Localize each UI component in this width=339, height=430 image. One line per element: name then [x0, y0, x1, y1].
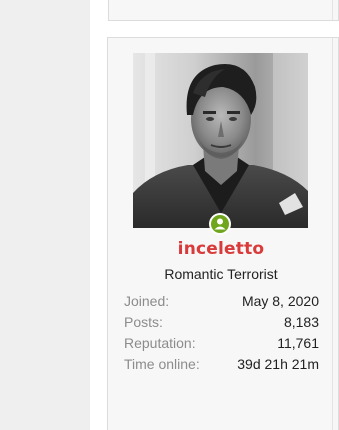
page: inceletto Romantic Terrorist Joined: May… [0, 0, 339, 430]
stat-label: Posts: [124, 314, 163, 330]
stat-label: Joined: [124, 293, 170, 309]
stat-row-time-online: Time online: 39d 21h 21m [124, 354, 319, 375]
stat-value: 11,761 [277, 335, 319, 351]
column-divider [332, 38, 333, 430]
online-status-indicator [209, 213, 231, 235]
stat-value: 39d 21h 21m [237, 356, 319, 372]
stat-value: 8,183 [283, 314, 319, 330]
avatar-photo [133, 53, 308, 228]
stat-value: May 8, 2020 [241, 293, 319, 309]
user-stats: Joined: May 8, 2020 Posts: 8,183 Reputat… [124, 291, 319, 375]
column-divider [332, 0, 333, 20]
user-icon [214, 218, 226, 230]
user-title: Romantic Terrorist [164, 266, 278, 282]
previous-post-user-cell [108, 0, 339, 21]
avatar[interactable] [133, 53, 308, 228]
user-info-card: inceletto Romantic Terrorist Joined: May… [107, 37, 339, 430]
username-link[interactable]: inceletto [108, 239, 334, 259]
stat-row-posts: Posts: 8,183 [124, 312, 319, 333]
stat-label: Time online: [124, 356, 200, 372]
stat-row-reputation: Reputation: 11,761 [124, 333, 319, 354]
stat-label: Reputation: [124, 335, 196, 351]
stat-row-joined: Joined: May 8, 2020 [124, 291, 319, 312]
